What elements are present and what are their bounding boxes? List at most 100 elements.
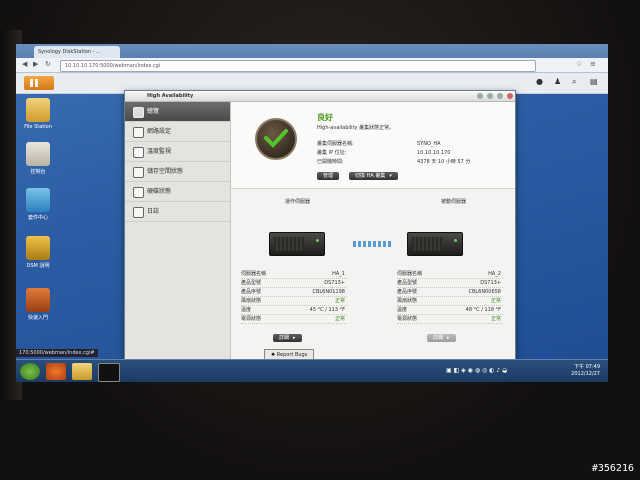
- row-label: 產品型號: [397, 280, 418, 286]
- row-label: 產品序號: [397, 289, 418, 295]
- address-bar[interactable]: 10.10.10.170:5000/webman/index.cgi: [60, 60, 536, 72]
- table-row: 產品型號 DS713+: [397, 279, 503, 288]
- passive-details-button[interactable]: 詳細 ▸: [427, 334, 456, 342]
- active-server-heading: 運作伺服器: [285, 199, 311, 205]
- status-panel: 良好 High-availability 叢集狀態正常。 叢集伺服器名稱: SYN…: [231, 102, 515, 189]
- clock-date: 2012/12/27: [571, 371, 600, 377]
- report-bugs-label: Report Bugs: [276, 352, 308, 358]
- desktop-icon-file-station[interactable]: File Station: [18, 98, 58, 130]
- package-icon: [26, 188, 50, 212]
- disk-icon: [133, 187, 144, 198]
- search-icon[interactable]: ⌕: [572, 77, 576, 87]
- folder-icon: [26, 98, 50, 122]
- server-face: [274, 237, 304, 251]
- status-title: 良好: [317, 113, 333, 122]
- wrench-icon[interactable]: ≡: [590, 60, 596, 68]
- manage-button[interactable]: 管理: [317, 172, 340, 180]
- row-value: CBL6N00658: [468, 289, 501, 295]
- firefox-icon[interactable]: [46, 363, 66, 380]
- row-value: 45 °C / 113 °F: [309, 307, 345, 313]
- desktop-icon-label: File Station: [24, 124, 52, 130]
- sidebar-item-disk[interactable]: 硬碟狀態: [125, 182, 230, 202]
- row-value: 正常: [334, 298, 345, 304]
- network-icon: [133, 127, 144, 138]
- cluster-name-row: 叢集伺服器名稱: SYNO_HA: [317, 140, 441, 147]
- clock-time: 下午 07:49: [574, 364, 600, 370]
- passive-server-image: [407, 232, 463, 256]
- clock[interactable]: 下午 07:49 2012/12/27: [571, 364, 600, 378]
- table-row: 產品序號 CBL6N01198: [241, 288, 347, 297]
- table-row: 風扇狀態 正常: [241, 297, 347, 306]
- sidebar-item-overview[interactable]: 總覽: [125, 102, 230, 122]
- desktop-icon-label: DSM 說明: [26, 263, 50, 269]
- active-server-info: 伺服器名稱 HA_1 產品型號 DS713+ 產品序號 CBL6N01198 風扇狀態…: [241, 270, 347, 324]
- browser-tab[interactable]: Synology DiskStation - ...: [34, 46, 120, 58]
- status-ok-icon: [255, 118, 297, 160]
- row-label: 風扇狀態: [397, 298, 418, 304]
- details-label: 詳細: [279, 335, 290, 341]
- desktop-icon-label: 套件中心: [27, 215, 48, 221]
- close-icon[interactable]: [507, 93, 513, 99]
- terminal-icon[interactable]: [98, 363, 120, 382]
- switch-ha-button[interactable]: 切換 HA 叢集 ▾: [349, 172, 398, 180]
- forward-icon[interactable]: ▶: [33, 60, 38, 68]
- main-menu-button[interactable]: [24, 76, 54, 90]
- notification-icon[interactable]: ●: [536, 77, 543, 86]
- row-label: 伺服器名稱: [397, 271, 423, 277]
- start-button[interactable]: [20, 363, 40, 380]
- explorer-icon[interactable]: [72, 363, 92, 380]
- row-label: 電源狀態: [241, 316, 262, 322]
- sidebar-item-label: 網路設定: [147, 128, 172, 135]
- main-panel: 良好 High-availability 叢集狀態正常。 叢集伺服器名稱: SYN…: [231, 102, 515, 382]
- minimize-icon[interactable]: [487, 93, 493, 99]
- storage-icon: [133, 167, 144, 178]
- row-value: 正常: [490, 316, 501, 322]
- back-icon[interactable]: ◀: [22, 60, 27, 68]
- tray-icons[interactable]: ▣ ◧ ◈ ◉ ◍ ◎ ◐ ♪ ◒: [446, 367, 507, 374]
- server-face: [412, 237, 442, 251]
- watermark: #356216: [591, 463, 634, 474]
- cluster-ip-value: 10.10.10.170: [417, 150, 451, 156]
- desktop-icon-quick-start[interactable]: 快速入門: [18, 288, 58, 321]
- log-icon: [133, 207, 144, 218]
- status-led-icon: [454, 239, 457, 242]
- uptime-value: 4378 天 10 小時 57 分: [417, 159, 471, 165]
- uptime-row: 已開機時間: 4378 天 10 小時 57 分: [317, 158, 470, 165]
- row-value: CBL6N01198: [312, 289, 345, 295]
- star-icon[interactable]: ☆: [576, 60, 582, 68]
- chevron-down-icon: ▾: [389, 173, 392, 179]
- desktop-icon-control-panel[interactable]: 控制台: [18, 142, 58, 175]
- row-value: HA_1: [332, 271, 345, 277]
- sidebar-item-label: 硬碟狀態: [147, 188, 172, 195]
- sidebar-item-temperature[interactable]: 溫度監視: [125, 142, 230, 162]
- row-value: 正常: [334, 316, 345, 322]
- active-server-image: [269, 232, 325, 256]
- sidebar-item-storage[interactable]: 儲存空間狀態: [125, 162, 230, 182]
- control-panel-icon: [26, 142, 50, 166]
- maximize-icon[interactable]: [497, 93, 503, 99]
- passive-server-info: 伺服器名稱 HA_2 產品型號 DS713+ 產品序號 CBL6N00658 風扇狀態…: [397, 270, 503, 324]
- row-value: HA_2: [488, 271, 501, 277]
- window-title: High Availability: [147, 93, 194, 99]
- sidebar-item-label: 儲存空間狀態: [147, 168, 184, 175]
- table-row: 伺服器名稱 HA_1: [241, 270, 347, 279]
- table-row: 風扇狀態 正常: [397, 297, 503, 306]
- sidebar-item-log[interactable]: 日誌: [125, 202, 230, 222]
- options-icon[interactable]: ▤: [590, 77, 598, 86]
- desktop-icon-package-center[interactable]: 套件中心: [18, 188, 58, 221]
- user-icon[interactable]: ♟: [554, 77, 561, 86]
- window-titlebar[interactable]: High Availability: [125, 91, 515, 102]
- row-value: 48 °C / 118 °F: [465, 307, 501, 313]
- reload-icon[interactable]: ↻: [45, 60, 51, 68]
- details-label: 詳細: [433, 335, 444, 341]
- desktop-icon-dsm-help[interactable]: DSM 說明: [18, 236, 58, 269]
- grid-icon: [30, 79, 38, 87]
- uptime-label: 已開機時間:: [317, 159, 344, 165]
- help-icon[interactable]: [477, 93, 483, 99]
- sidebar-item-network[interactable]: 網路設定: [125, 122, 230, 142]
- active-details-button[interactable]: 詳細 ▸: [273, 334, 302, 342]
- status-led-icon: [316, 239, 319, 242]
- chevron-right-icon: ▸: [447, 335, 450, 341]
- table-row: 溫度 48 °C / 118 °F: [397, 306, 503, 315]
- sidebar: 總覽 網路設定 溫度監視 儲存空間狀態 硬碟狀態 日誌: [125, 102, 231, 382]
